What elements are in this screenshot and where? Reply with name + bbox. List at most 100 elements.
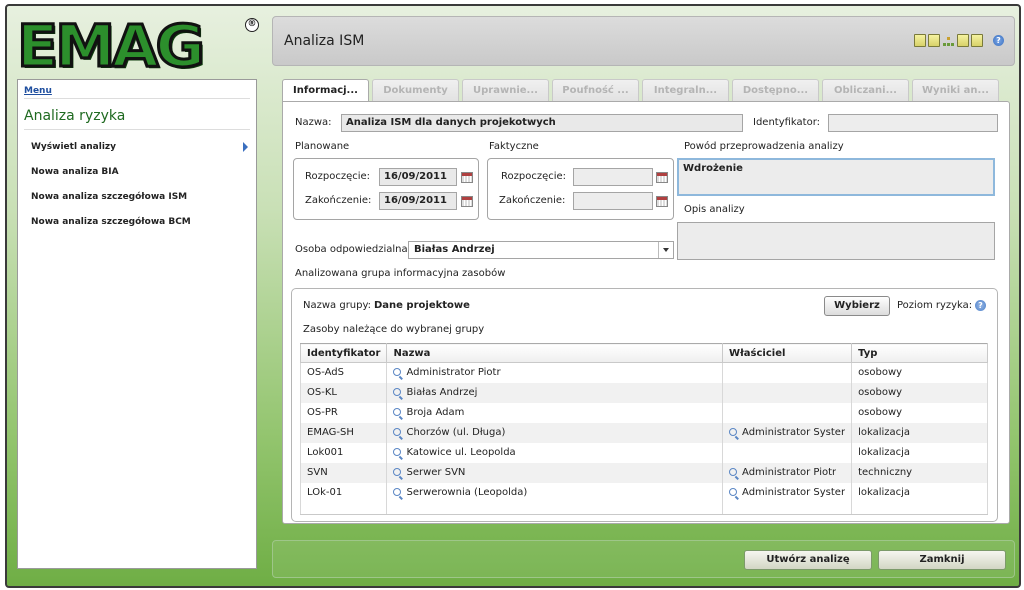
emag-logo: EMAG ® — [15, 11, 259, 82]
owner-select[interactable]: Białas Andrzej — [408, 241, 674, 259]
table-filler-row — [299, 502, 988, 515]
tab-documents[interactable]: Dokumenty — [372, 79, 459, 101]
group-section-label: Analizowana grupa informacyjna zasobów — [295, 268, 506, 279]
table-row[interactable]: Lok001 Katowice ul. Leopolda lokalizacja — [299, 442, 988, 463]
cell-name: Katowice ul. Leopolda — [386, 442, 724, 463]
cell-identifier: OS-KL — [299, 382, 388, 403]
actual-end-field[interactable] — [573, 192, 653, 210]
magnifier-icon[interactable] — [393, 488, 402, 496]
create-analysis-button[interactable]: Utwórz analizę — [744, 550, 872, 570]
magnifier-icon[interactable] — [393, 468, 402, 476]
description-field[interactable] — [677, 222, 995, 260]
cell-name-text: Serwer SVN — [406, 467, 466, 478]
calendar-icon[interactable] — [656, 196, 668, 207]
tab-information[interactable]: Informacj... — [282, 79, 369, 103]
sidebar-item-new-bcm[interactable]: Nowa analiza szczegółowa BCM — [31, 217, 191, 227]
footer-bar: Utwórz analizę Zamknij — [272, 540, 1015, 578]
calendar-icon[interactable] — [461, 196, 473, 207]
print-icon[interactable] — [971, 34, 983, 47]
column-header-owner[interactable]: Właściciel — [722, 343, 853, 363]
sidebar-divider — [24, 98, 250, 99]
reason-field[interactable]: Wdrożenie — [677, 158, 995, 196]
tab-permissions[interactable]: Uprawnie... — [462, 79, 549, 101]
select-group-button[interactable]: Wybierz — [824, 296, 890, 316]
sidebar-item-view-analyses[interactable]: Wyświetl analizy — [31, 142, 116, 152]
calendar-icon[interactable] — [656, 172, 668, 183]
column-header-name[interactable]: Nazwa — [386, 343, 724, 363]
tab-results[interactable]: Wyniki an... — [912, 79, 999, 101]
magnifier-icon[interactable] — [393, 428, 402, 436]
actual-end-label: Zakończenie: — [499, 195, 566, 206]
sitemap-icon[interactable] — [942, 34, 955, 47]
planned-start-field[interactable]: 16/09/2011 — [379, 168, 457, 186]
name-label: Nazwa: — [295, 117, 332, 128]
identifier-label: Identyfikator: — [753, 117, 821, 128]
table-row[interactable]: OS-PR Broja Adam osobowy — [299, 402, 988, 423]
table-row[interactable]: EMAG-SH Chorzów (ul. Długa) Administrato… — [299, 422, 988, 443]
chevron-right-icon — [243, 142, 248, 152]
planned-end-field[interactable]: 16/09/2011 — [379, 192, 457, 210]
name-field[interactable]: Analiza ISM dla danych projekotwych — [341, 114, 743, 132]
registered-mark: ® — [245, 18, 259, 32]
sidebar-item-new-bia[interactable]: Nowa analiza BIA — [31, 167, 119, 177]
cell-name: Serwer SVN — [386, 462, 724, 483]
cell-name: Broja Adam — [386, 402, 724, 423]
logo-text: EMAG — [15, 11, 206, 82]
magnifier-icon[interactable] — [393, 448, 402, 456]
import-icon[interactable] — [957, 34, 969, 47]
actual-label: Faktyczne — [489, 141, 539, 152]
cell-type: lokalizacja — [851, 442, 988, 463]
table-row[interactable]: LOk-01 Serwerownia (Leopolda) Administra… — [299, 482, 988, 503]
cell-owner — [722, 362, 853, 383]
asset-group-panel: Nazwa grupy: Dane projektowe Wybierz Poz… — [291, 288, 998, 522]
cell-identifier: Lok001 — [299, 442, 388, 463]
help-icon[interactable]: ? — [993, 35, 1004, 46]
cell-identifier: LOk-01 — [299, 482, 388, 503]
tab-confidentiality[interactable]: Poufność ... — [552, 79, 639, 101]
magnifier-icon[interactable] — [729, 428, 738, 436]
cell-name-text: Serwerownia (Leopolda) — [406, 487, 528, 498]
actual-start-field[interactable] — [573, 168, 653, 186]
cell-type: lokalizacja — [851, 422, 988, 443]
export-icon[interactable] — [914, 34, 926, 47]
cell-owner — [722, 442, 853, 463]
planned-label: Planowane — [295, 141, 350, 152]
dropdown-arrow-icon[interactable] — [658, 242, 673, 258]
assets-table: Identyfikator Nazwa Właściciel Typ OS-Ad… — [299, 343, 988, 515]
tab-bar: Informacj... Dokumenty Uprawnie... Poufn… — [282, 79, 999, 103]
group-name-value: Dane projektowe — [374, 300, 470, 311]
page-title: Analiza ISM — [284, 33, 365, 49]
description-label: Opis analizy — [684, 204, 745, 215]
magnifier-icon[interactable] — [393, 388, 402, 396]
sidebar-item-new-ism[interactable]: Nowa analiza szczegółowa ISM — [31, 192, 187, 202]
column-header-identifier[interactable]: Identyfikator — [299, 343, 388, 363]
export-all-icon[interactable] — [928, 34, 940, 47]
cell-owner — [722, 402, 853, 423]
magnifier-icon[interactable] — [729, 488, 738, 496]
assets-label: Zasoby należące do wybranej grupy — [303, 324, 485, 335]
table-row[interactable]: SVN Serwer SVN Administrator Piotr techn… — [299, 462, 988, 483]
actual-start-label: Rozpoczęcie: — [501, 171, 567, 182]
tab-calculations[interactable]: Obliczani... — [822, 79, 909, 101]
table-row[interactable]: OS-AdS Administrator Piotr osobowy — [299, 362, 988, 383]
cell-owner — [722, 382, 853, 403]
tab-integrity[interactable]: Integraln... — [642, 79, 729, 101]
cell-type: osobowy — [851, 362, 988, 383]
identifier-field[interactable] — [828, 114, 998, 132]
magnifier-icon[interactable] — [729, 468, 738, 476]
cell-name: Administrator Piotr — [386, 362, 724, 383]
magnifier-icon[interactable] — [393, 368, 402, 377]
table-row[interactable]: OS-KL Białas Andrzej osobowy — [299, 382, 988, 403]
planned-start-label: Rozpoczęcie: — [305, 171, 371, 182]
calendar-icon[interactable] — [461, 172, 473, 183]
cell-owner-text: Administrator Piotr — [742, 467, 837, 478]
info-icon[interactable]: ? — [975, 300, 986, 311]
magnifier-icon[interactable] — [393, 408, 402, 416]
tab-availability[interactable]: Dostępno... — [732, 79, 819, 101]
sidebar-divider — [24, 129, 250, 130]
filler-cell — [722, 502, 853, 515]
sidebar-menu-link[interactable]: Menu — [24, 86, 52, 96]
table-header-row: Identyfikator Nazwa Właściciel Typ — [299, 343, 988, 363]
close-button[interactable]: Zamknij — [878, 550, 1006, 570]
column-header-type[interactable]: Typ — [851, 343, 988, 363]
